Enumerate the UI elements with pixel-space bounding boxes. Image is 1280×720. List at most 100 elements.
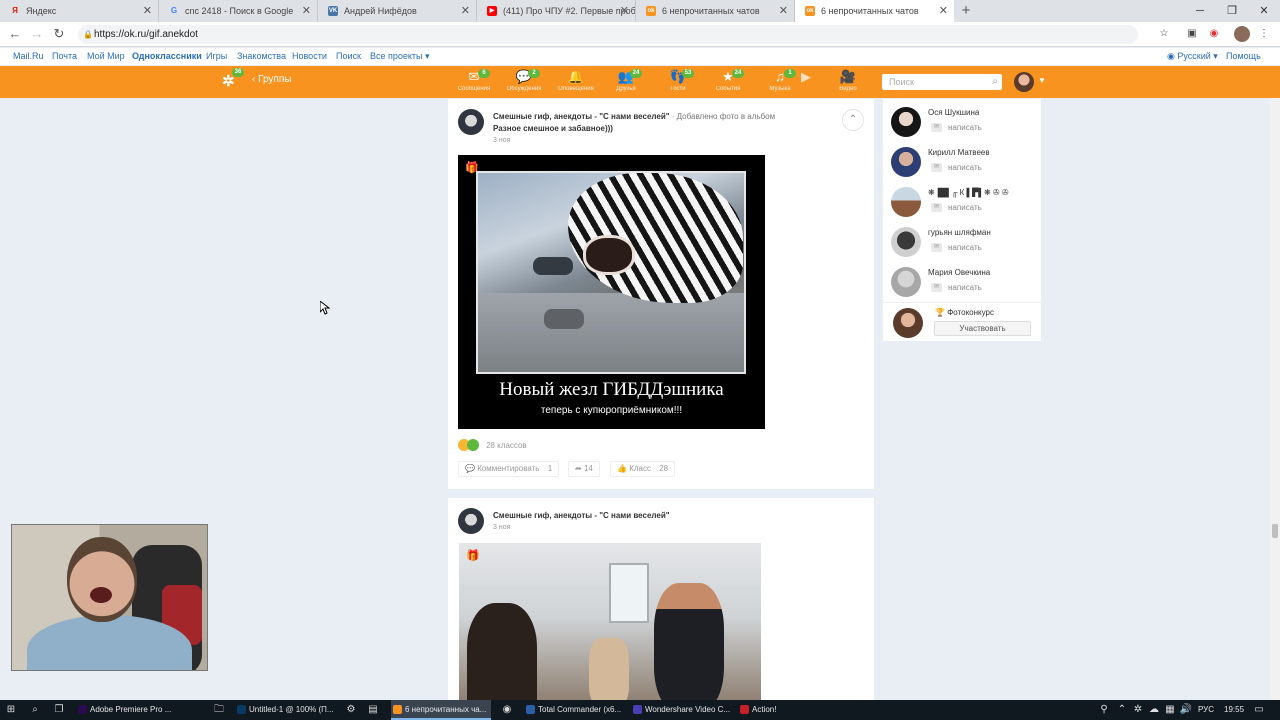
file-explorer-icon[interactable]: 🗀 xyxy=(212,703,226,717)
portal-link[interactable]: Игры xyxy=(206,51,227,61)
clock[interactable]: 19:55 xyxy=(1224,700,1244,720)
portal-link[interactable]: Мой Мир xyxy=(87,51,125,61)
taskbar-app-active[interactable]: 6 непрочитанных ча... xyxy=(391,700,491,720)
friend-avatar[interactable] xyxy=(891,227,921,257)
group-avatar[interactable] xyxy=(458,109,484,135)
gift-icon[interactable]: 🎁 xyxy=(466,549,480,562)
new-tab-button[interactable]: + xyxy=(954,0,978,22)
friend-avatar[interactable] xyxy=(891,107,921,137)
portal-link[interactable]: Знакомства xyxy=(237,51,286,61)
ok-logo-icon[interactable]: ✲ 36 xyxy=(222,68,244,91)
profile-avatar-icon[interactable] xyxy=(1234,26,1250,42)
spotify-icon[interactable]: ◉ xyxy=(500,703,514,717)
bookmark-star-icon[interactable]: ☆ xyxy=(1156,26,1172,42)
friend-item[interactable]: Мария Овечкина ✉ написать xyxy=(883,261,1041,301)
notifications-icon[interactable]: ▭ xyxy=(1252,703,1266,717)
user-avatar[interactable] xyxy=(1014,72,1034,92)
portal-link[interactable]: Mail.Ru xyxy=(13,51,44,61)
friend-item[interactable]: Ося Шукшина ✉ написать xyxy=(883,101,1041,141)
friend-item[interactable]: гурьян шляфман ✉ написать xyxy=(883,221,1041,261)
portal-link[interactable]: Почта xyxy=(52,51,77,61)
taskbar-app[interactable]: Untitled-1 @ 100% (П... xyxy=(235,700,335,720)
friend-avatar[interactable] xyxy=(891,147,921,177)
restore-window-icon[interactable]: ❐ xyxy=(1216,0,1248,22)
language-selector[interactable]: ◉ Русский ▾ xyxy=(1167,51,1218,62)
toolbar-guests[interactable]: 👣 Гости 53 xyxy=(656,69,700,94)
portal-link-active[interactable]: Одноклассники xyxy=(132,51,202,61)
taskbar-app[interactable]: Adobe Premiere Pro ... xyxy=(76,700,226,720)
chevron-down-icon[interactable]: ▼ xyxy=(1038,76,1046,85)
toolbar-messages[interactable]: ✉ Сообщения 6 xyxy=(452,69,496,94)
write-message-link[interactable]: ✉ написать xyxy=(931,243,982,253)
toolbar-friends[interactable]: 👥 Друзья 24 xyxy=(604,69,648,94)
write-message-link[interactable]: ✉ написать xyxy=(931,283,982,293)
friend-avatar[interactable] xyxy=(891,187,921,217)
contest-avatar[interactable] xyxy=(893,308,923,338)
back-to-groups-link[interactable]: ‹ Группы xyxy=(252,74,291,85)
browser-tab[interactable]: VK Андрей Нифёдов ✕ xyxy=(318,0,477,22)
bluetooth-icon[interactable]: ✲ xyxy=(1131,703,1145,717)
cloud-icon[interactable]: ☁ xyxy=(1147,703,1161,717)
minimize-window-icon[interactable]: ─ xyxy=(1184,0,1216,22)
portal-link[interactable]: Поиск xyxy=(336,51,361,61)
portal-link[interactable]: Все проекты ▾ xyxy=(370,51,430,62)
browser-tab[interactable]: ok 6 непрочитанных чатов ✕ xyxy=(636,0,795,22)
reactions-summary[interactable]: 28 классов xyxy=(458,439,527,452)
participate-button[interactable]: Участвовать xyxy=(934,321,1031,336)
close-tab-icon[interactable]: ✕ xyxy=(620,0,629,22)
network-icon[interactable]: ▦ xyxy=(1163,703,1177,717)
toolbar-notifications[interactable]: 🔔 Оповещения xyxy=(554,69,598,94)
close-tab-icon[interactable]: ✕ xyxy=(302,0,311,22)
chevron-up-icon[interactable]: ⌃ xyxy=(1115,703,1129,717)
close-window-icon[interactable]: ✕ xyxy=(1248,0,1280,22)
post-image[interactable]: 🎁 xyxy=(459,543,761,708)
reload-icon[interactable]: ↻ xyxy=(50,25,68,43)
post-author-link[interactable]: Смешные гиф, анекдоты - "С нами веселей" xyxy=(493,112,670,121)
friend-avatar[interactable] xyxy=(891,267,921,297)
group-avatar[interactable] xyxy=(458,508,484,534)
search-icon[interactable]: ⌕ xyxy=(28,703,42,717)
back-arrow-icon[interactable]: ← xyxy=(6,25,24,43)
share-button[interactable]: ➦ 14 xyxy=(568,461,600,477)
browser-tab-active[interactable]: ok 6 непрочитанных чатов ✕ xyxy=(795,0,954,22)
taskbar-app[interactable]: Wondershare Video C... xyxy=(631,700,731,720)
comment-button[interactable]: 💬 Комментировать 1 xyxy=(458,461,560,477)
close-tab-icon[interactable]: ✕ xyxy=(939,0,948,22)
volume-icon[interactable]: 🔊 xyxy=(1179,703,1193,717)
post-image[interactable]: 🎁 Новый жезл ГИБДДэшника теперь с купюро… xyxy=(458,155,765,429)
page-scrollbar[interactable] xyxy=(1270,98,1280,700)
ok-search-input[interactable]: Поиск ⌕ xyxy=(882,74,1002,90)
notepad-icon[interactable]: ▤ xyxy=(366,703,380,717)
friend-item[interactable]: Кирилл Матвеев ✉ написать xyxy=(883,141,1041,181)
browser-tab[interactable]: G cnc 2418 - Поиск в Google ✕ xyxy=(159,0,318,22)
friend-name[interactable]: гурьян шляфман xyxy=(928,228,991,237)
close-tab-icon[interactable]: ✕ xyxy=(143,0,152,22)
write-message-link[interactable]: ✉ написать xyxy=(931,203,982,213)
friend-name[interactable]: ❋▐█▌╓ К ▌▛▌❋ ✇ ✇ xyxy=(928,188,1009,197)
search-icon[interactable]: ⌕ xyxy=(992,74,998,90)
like-button[interactable]: 👍 Класс 28 xyxy=(610,461,676,477)
taskbar-app[interactable]: Action! xyxy=(738,700,798,720)
toolbar-video[interactable]: 🎥 Видео xyxy=(826,69,870,94)
toolbar-discussions[interactable]: 💬 Обсуждения 2 xyxy=(502,69,546,94)
close-tab-icon[interactable]: ✕ xyxy=(779,0,788,22)
toolbar-events[interactable]: ★ События 24 xyxy=(706,69,750,94)
portal-link[interactable]: Новости xyxy=(292,51,327,61)
forward-arrow-icon[interactable]: → xyxy=(28,25,46,43)
friend-name[interactable]: Ося Шукшина xyxy=(928,108,979,117)
friend-item[interactable]: ❋▐█▌╓ К ▌▛▌❋ ✇ ✇ ✉ написать xyxy=(883,181,1041,221)
settings-gear-icon[interactable]: ⚙ xyxy=(344,703,358,717)
menu-kebab-icon[interactable]: ⋮ xyxy=(1256,26,1272,42)
people-icon[interactable]: ⚲ xyxy=(1097,703,1111,717)
write-message-link[interactable]: ✉ написать xyxy=(931,163,982,173)
scrollbar-thumb[interactable] xyxy=(1272,524,1278,538)
taskbar-app[interactable]: Total Commander (x6... xyxy=(524,700,624,720)
friend-name[interactable]: Кирилл Матвеев xyxy=(928,148,990,157)
extension-icon[interactable]: ▣ xyxy=(1184,26,1200,42)
music-play-button[interactable]: ▶ xyxy=(796,69,816,84)
album-link[interactable]: Разное смешное и забавное))) xyxy=(493,124,613,133)
friend-name[interactable]: Мария Овечкина xyxy=(928,268,990,277)
help-link[interactable]: Помощь xyxy=(1226,51,1261,61)
windows-start-icon[interactable]: ⊞ xyxy=(4,703,18,717)
extension-icon[interactable]: ◉ xyxy=(1206,26,1222,42)
